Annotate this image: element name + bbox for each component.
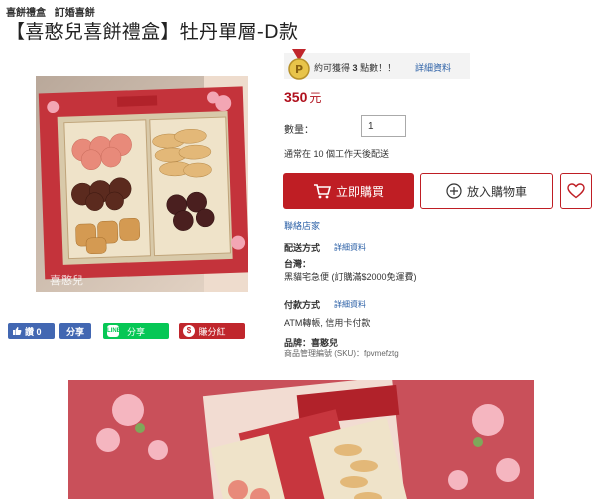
product-price: 350 元 — [284, 89, 322, 105]
earn-commission-button[interactable]: $ 賺分紅 — [179, 323, 245, 339]
sku-info: 商品管理編號 (SKU)：fpvmefztg — [284, 349, 399, 358]
product-title: 【喜憨兒喜餅禮盒】牡丹單層-D款 — [6, 21, 299, 43]
points-bar: P 約可獲得 3 點數！！ 詳細資料 — [284, 49, 470, 80]
thumbs-up-icon — [13, 327, 22, 335]
product-image[interactable]: 喜憨兒 — [36, 76, 248, 292]
delivery-region: 台灣： — [284, 259, 312, 269]
facebook-like-button[interactable]: 讚 0 — [8, 323, 55, 339]
heart-icon — [567, 183, 585, 199]
quantity-label: 數量： — [284, 125, 314, 136]
points-text: 約可獲得 3 點數！！ — [314, 63, 397, 73]
quantity-input[interactable] — [361, 115, 406, 137]
favorite-button[interactable] — [560, 173, 592, 209]
payment-label: 付款方式 — [284, 300, 321, 310]
image-watermark: 喜憨兒 — [50, 273, 83, 287]
facebook-share-button[interactable]: 分享 — [59, 323, 91, 339]
dollar-icon: $ — [183, 325, 195, 337]
svg-text:P: P — [295, 63, 303, 76]
buy-now-button[interactable]: 立即購買 — [283, 173, 414, 209]
contact-store-link[interactable]: 聯絡店家 — [284, 219, 320, 232]
delivery-detail-link[interactable]: 詳細資料 — [334, 242, 366, 253]
add-to-cart-label: 放入購物車 — [466, 184, 527, 199]
delivery-label: 配送方式 — [284, 243, 321, 253]
payment-detail-link[interactable]: 詳細資料 — [334, 299, 366, 310]
delivery-method: 黑貓宅急便 (訂購滿$2000免運費) — [284, 272, 417, 282]
buy-now-label: 立即購買 — [335, 184, 384, 199]
medal-icon: P — [288, 49, 310, 80]
line-icon: LINE — [107, 325, 121, 337]
add-to-cart-button[interactable]: 放入購物車 — [420, 173, 553, 209]
shipping-note: 通常在 10 個工作天後配送 — [284, 149, 390, 159]
plus-circle-icon — [446, 183, 462, 199]
line-share-button[interactable]: LINE 分享 — [103, 323, 169, 339]
points-detail-link[interactable]: 詳細資料 — [415, 61, 451, 74]
cart-icon — [313, 184, 331, 199]
payment-methods: ATM轉帳, 信用卡付款 — [284, 318, 371, 328]
gallery-image — [68, 380, 534, 499]
